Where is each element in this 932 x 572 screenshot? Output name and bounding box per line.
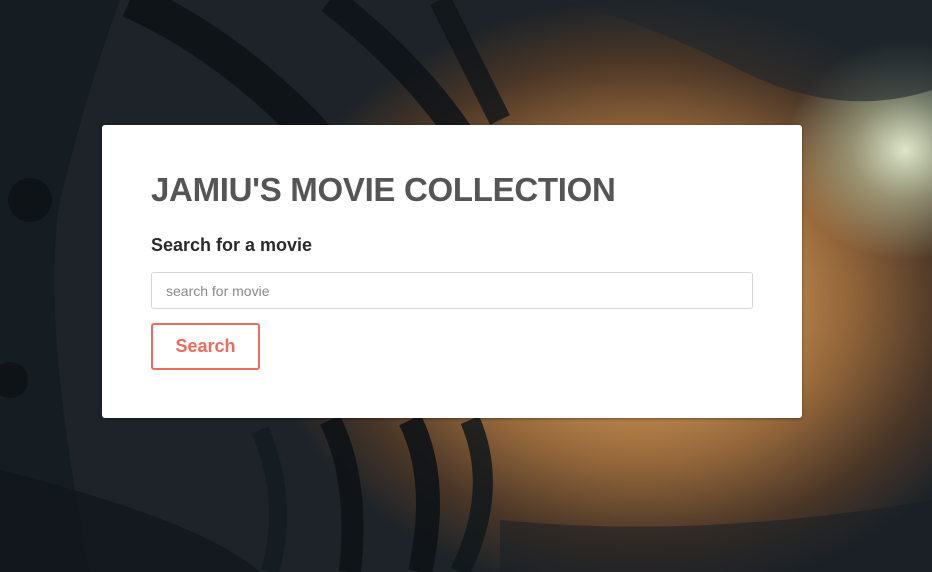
search-input[interactable]: [151, 272, 753, 309]
page-title: JAMIU'S MOVIE COLLECTION: [151, 171, 616, 208]
search-label: Search for a movie: [151, 235, 313, 255]
search-button[interactable]: Search: [151, 323, 260, 370]
search-card: JAMIU'S MOVIE COLLECTION Search for a mo…: [102, 125, 802, 418]
